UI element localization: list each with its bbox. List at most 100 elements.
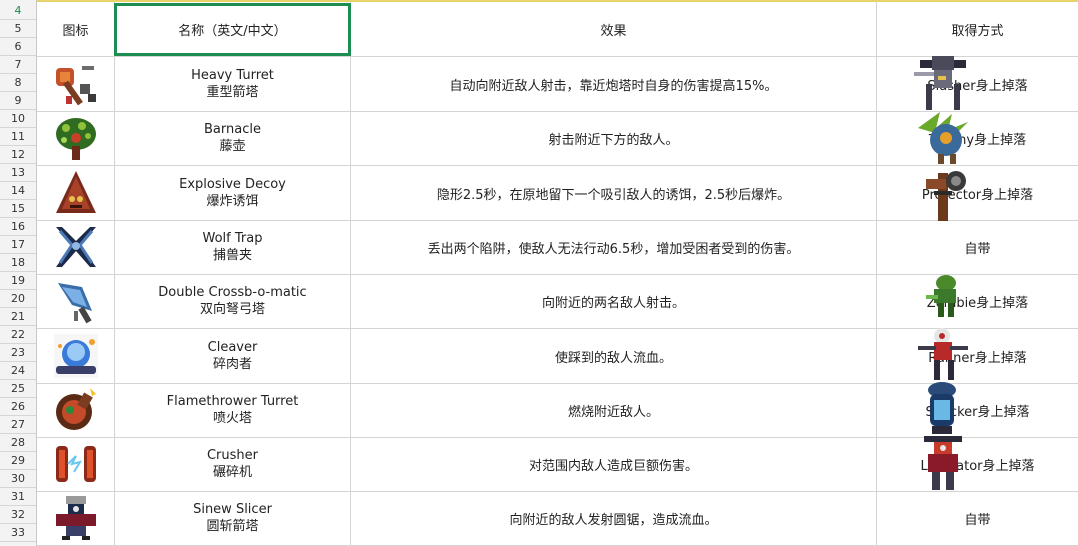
double-crossbomatic-icon xyxy=(52,277,100,325)
icon-cell[interactable] xyxy=(37,274,114,328)
row-number[interactable]: 23 xyxy=(0,344,36,362)
source-cell[interactable]: 自带 xyxy=(877,220,1078,274)
source-cell[interactable]: Protector身上掉落 xyxy=(877,166,1078,220)
row-number[interactable]: 19 xyxy=(0,272,36,290)
row-number[interactable]: 11 xyxy=(0,128,36,146)
zombie-character[interactable] xyxy=(912,271,974,329)
row-number[interactable]: 8 xyxy=(0,74,36,92)
slasher-character[interactable] xyxy=(912,54,974,112)
row-number[interactable]: 18 xyxy=(0,254,36,272)
name-cell[interactable]: Double Crossb-o-matic 双向弩弓塔 xyxy=(115,274,350,328)
effect-text: 隐形2.5秒，在原地留下一个吸引敌人的诱饵，2.5秒后爆炸。 xyxy=(436,187,791,203)
row-number[interactable]: 16 xyxy=(0,218,36,236)
effect-text: 燃烧附近敌人。 xyxy=(567,404,659,420)
item-name-chinese: 双向弩弓塔 xyxy=(199,302,265,317)
item-name-english: Wolf Trap xyxy=(202,231,263,246)
icon-cell[interactable] xyxy=(37,491,114,545)
source-cell[interactable]: Thorny身上掉落 xyxy=(877,111,1078,165)
icon-cell[interactable] xyxy=(37,111,114,165)
header-cell-name[interactable]: 名称（英文/中文） xyxy=(115,2,350,56)
effect-cell[interactable]: 隐形2.5秒，在原地留下一个吸引敌人的诱饵，2.5秒后爆炸。 xyxy=(351,166,876,220)
icon-cell[interactable] xyxy=(37,57,114,111)
runner-character[interactable] xyxy=(912,326,974,384)
row-header-gutter: 4 5 6 7 8 9 10 11 12 13 14 15 16 17 18 19 20 21 22 23 24 25 26… xyxy=(0,0,37,546)
source-cell[interactable]: Runner身上掉落 xyxy=(877,329,1078,383)
row-number[interactable]: 33 xyxy=(0,524,36,542)
barnacle-icon xyxy=(52,114,100,162)
header-cell-effect[interactable]: 效果 xyxy=(351,2,876,56)
row-number[interactable]: 7 xyxy=(0,56,36,74)
item-name-english: Heavy Turret xyxy=(191,68,274,83)
row-number[interactable]: 28 xyxy=(0,434,36,452)
row-number[interactable]: 25 xyxy=(0,380,36,398)
row-number[interactable]: 30 xyxy=(0,470,36,488)
header-name-label: 名称（英文/中文） xyxy=(178,23,287,39)
source-cell[interactable]: Zombie身上掉落 xyxy=(877,274,1078,328)
row-number[interactable]: 29 xyxy=(0,452,36,470)
shocker-character[interactable] xyxy=(912,380,974,438)
item-name-english: Crusher xyxy=(206,448,259,463)
effect-cell[interactable]: 向附近的敌人发射圆锯，造成流血。 xyxy=(351,491,876,545)
icon-cell[interactable] xyxy=(37,220,114,274)
row-number[interactable]: 15 xyxy=(0,200,36,218)
source-cell[interactable]: 自带 xyxy=(877,491,1078,545)
row-number[interactable]: 32 xyxy=(0,506,36,524)
icon-cell[interactable] xyxy=(37,437,114,491)
item-name-english: Barnacle xyxy=(204,122,261,137)
header-cell-source[interactable]: 取得方式 xyxy=(877,2,1078,56)
row-number[interactable]: 13 xyxy=(0,164,36,182)
row-number[interactable]: 24 xyxy=(0,362,36,380)
row-number[interactable]: 31 xyxy=(0,488,36,506)
icon-cell[interactable] xyxy=(37,383,114,437)
row-number[interactable]: 21 xyxy=(0,308,36,326)
heavy-turret-icon xyxy=(52,60,100,108)
effect-cell[interactable]: 使踩到的敌人流血。 xyxy=(351,329,876,383)
name-cell[interactable]: Sinew Slicer 圆斩箭塔 xyxy=(115,491,350,545)
protector-character[interactable] xyxy=(912,163,974,221)
name-cell[interactable]: Explosive Decoy 爆炸诱饵 xyxy=(115,166,350,220)
effect-text: 射击附近下方的敌人。 xyxy=(548,132,679,148)
row-number[interactable]: 22 xyxy=(0,326,36,344)
effect-cell[interactable]: 丢出两个陷阱，使敌人无法行动6.5秒，增加受困者受到的伤害。 xyxy=(351,220,876,274)
effect-text: 使踩到的敌人流血。 xyxy=(554,350,672,366)
row-number[interactable]: 9 xyxy=(0,92,36,110)
item-name-chinese: 爆炸诱饵 xyxy=(206,194,259,209)
name-cell[interactable]: Flamethrower Turret 喷火塔 xyxy=(115,383,350,437)
row-number[interactable]: 10 xyxy=(0,110,36,128)
effect-text: 向附近的两名敌人射击。 xyxy=(541,295,685,311)
row-number[interactable]: 14 xyxy=(0,182,36,200)
icon-cell[interactable] xyxy=(37,329,114,383)
header-source-label: 取得方式 xyxy=(951,23,1004,39)
name-cell[interactable]: Crusher 碾碎机 xyxy=(115,437,350,491)
icon-cell[interactable] xyxy=(37,166,114,220)
source-cell[interactable]: Slasher身上掉落 xyxy=(877,57,1078,111)
lacerator-character[interactable] xyxy=(912,434,974,492)
effect-text: 向附近的敌人发射圆锯，造成流血。 xyxy=(509,512,718,528)
effect-cell[interactable]: 对范围内敌人造成巨额伤害。 xyxy=(351,437,876,491)
row-number[interactable]: 17 xyxy=(0,236,36,254)
effect-cell[interactable]: 向附近的两名敌人射击。 xyxy=(351,274,876,328)
effect-text: 丢出两个陷阱，使敌人无法行动6.5秒，增加受困者受到的伤害。 xyxy=(427,241,800,257)
name-cell[interactable]: Wolf Trap 捕兽夹 xyxy=(115,220,350,274)
row-number[interactable]: 27 xyxy=(0,416,36,434)
name-cell[interactable]: Heavy Turret 重型箭塔 xyxy=(115,57,350,111)
header-cell-icon[interactable]: 图标 xyxy=(37,2,114,56)
name-cell[interactable]: Cleaver 碎肉者 xyxy=(115,329,350,383)
row-number[interactable]: 20 xyxy=(0,290,36,308)
row-number[interactable]: 6 xyxy=(0,38,36,56)
source-cell[interactable]: Shocker身上掉落 xyxy=(877,383,1078,437)
effect-cell[interactable]: 燃烧附近敌人。 xyxy=(351,383,876,437)
row-number[interactable]: 4 xyxy=(0,2,36,20)
source-text: 自带 xyxy=(964,241,991,257)
spreadsheet: 4 5 6 7 8 9 10 11 12 13 14 15 16 17 18 19 20 21 22 23 24 25 26… xyxy=(0,0,1078,546)
row-number[interactable]: 5 xyxy=(0,20,36,38)
row-number[interactable]: 12 xyxy=(0,146,36,164)
row-number[interactable]: 26 xyxy=(0,398,36,416)
effect-cell[interactable]: 射击附近下方的敌人。 xyxy=(351,111,876,165)
name-cell[interactable]: Barnacle 藤壶 xyxy=(115,111,350,165)
effect-cell[interactable]: 自动向附近敌人射击，靠近炮塔时自身的伤害提高15%。 xyxy=(351,57,876,111)
crusher-icon xyxy=(52,440,100,488)
source-cell[interactable]: Lacerator身上掉落 xyxy=(877,437,1078,491)
header-effect-label: 效果 xyxy=(600,23,627,39)
thorny-character[interactable] xyxy=(912,108,974,166)
